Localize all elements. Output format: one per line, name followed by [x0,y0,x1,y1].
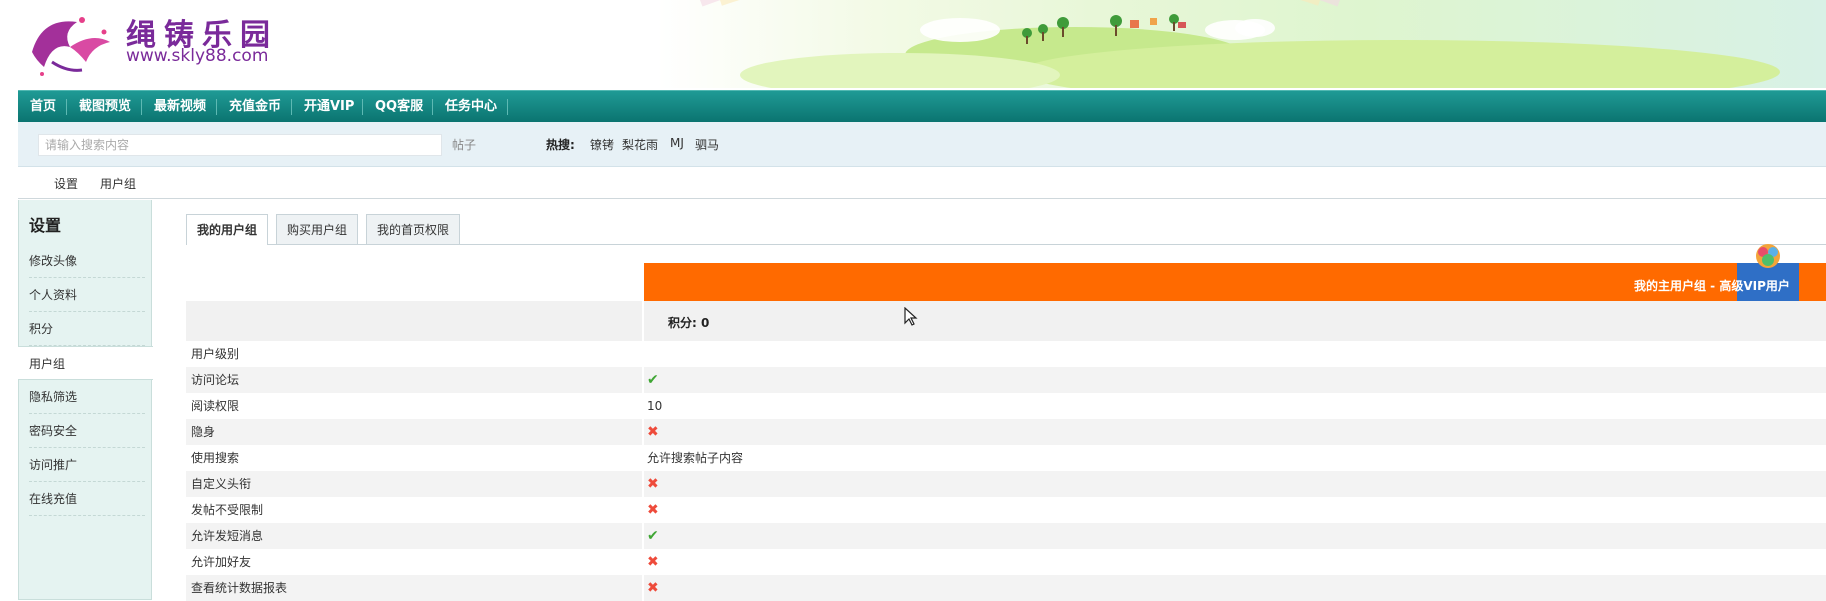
breadcrumb-item-settings[interactable]: 设置 [54,175,78,192]
mouse-cursor-icon [904,307,918,326]
usergroup-header-prefix: 我的主用户组 - 高级 [1634,279,1744,293]
main-content: 我的用户组 购买用户组 我的首页权限 我的主用户组 - 高级VIP用户 积分: … [152,200,1826,601]
column-divider [642,523,644,549]
sidebar-item-profile[interactable]: 个人资料 [29,278,145,312]
search-bar: 帖子 热搜: 镣铐 梨花雨 MJ 驷马 [18,122,1826,167]
tab-buy-usergroup[interactable]: 购买用户组 [276,214,359,244]
table-row: 隐身 ✖ [186,419,1826,445]
permission-label: 允许加好友 [191,555,252,569]
site-logo-icon [32,17,110,76]
table-row: 用户级别 [186,341,1826,367]
nav-item-home[interactable]: 首页 [30,91,56,122]
permission-label: 用户级别 [191,347,240,361]
site-header: 绳铸乐园 www.skly88.com [0,0,1826,88]
points-value: 积分: 0 [668,316,710,330]
table-row: 访问论坛 ✔ [186,367,1826,393]
nav-separator [141,99,142,115]
hot-search-keyword[interactable]: MJ [670,136,684,150]
breadcrumb-item-usergroup[interactable]: 用户组 [100,175,136,192]
site-url: www.skly88.com [126,46,269,66]
nav-item-vip[interactable]: 开通VIP [304,91,354,122]
sidebar-item-promotion[interactable]: 访问推广 [29,448,145,482]
check-icon: ✔ [647,528,659,544]
table-row: 发帖不受限制 ✖ [186,497,1826,523]
nav-separator [216,99,217,115]
points-row [186,301,1826,341]
sidebar-item-password[interactable]: 密码安全 [29,414,145,448]
nav-separator [362,99,363,115]
permission-label: 发帖不受限制 [191,503,264,517]
sidebar-item-usergroup[interactable]: 用户组 [18,346,153,380]
sidebar-item-avatar[interactable]: 修改头像 [29,244,145,278]
column-divider [642,367,644,393]
search-input[interactable] [38,134,442,156]
vip-group-label: VIP用户 [1743,279,1790,293]
permission-label: 隐身 [191,425,216,439]
nav-item-latest-videos[interactable]: 最新视频 [154,91,206,122]
permission-label: 使用搜索 [191,451,240,465]
hot-search-keyword[interactable]: 梨花雨 [622,136,658,153]
column-divider [642,575,644,601]
column-divider [642,419,644,445]
search-type-select[interactable]: 帖子 [452,136,476,153]
sidebar-item-online-recharge[interactable]: 在线充值 [29,482,145,516]
table-row: 允许发短消息 ✔ [186,523,1826,549]
permission-label: 自定义头衔 [191,477,252,491]
settings-sidebar: 设置 修改头像 个人资料 积分 用户组 隐私筛选 密码安全 访问推广 在线充值 [18,200,153,600]
hot-search-label: 热搜: [546,138,575,152]
tab-homepage-permissions[interactable]: 我的首页权限 [366,214,461,244]
nav-item-recharge[interactable]: 充值金币 [229,91,281,122]
sidebar-title: 设置 [29,216,62,235]
main-nav: 首页 截图预览 最新视频 充值金币 开通VIP QQ客服 任务中心 [18,90,1826,122]
nav-separator [432,99,433,115]
nav-separator [507,99,508,115]
permission-label: 查看统计数据报表 [191,581,288,595]
cross-icon: ✖ [647,424,659,440]
nav-item-task-center[interactable]: 任务中心 [445,91,497,122]
cross-icon: ✖ [647,580,659,596]
permission-value: 10 [647,399,663,413]
nav-item-screenshots[interactable]: 截图预览 [79,91,131,122]
permission-label: 允许发短消息 [191,529,264,543]
permission-value: 允许搜索帖子内容 [647,451,744,465]
breadcrumb: 设置 用户组 [18,166,1826,199]
table-row: 自定义头衔 ✖ [186,471,1826,497]
nav-separator [66,99,67,115]
table-row: 使用搜索 允许搜索帖子内容 [186,445,1826,471]
nav-item-qq-support[interactable]: QQ客服 [375,91,423,122]
tab-my-usergroup[interactable]: 我的用户组 [186,214,269,245]
vip-badge-icon [1756,244,1780,268]
sidebar-item-privacy[interactable]: 隐私筛选 [29,380,145,414]
sidebar-item-credits[interactable]: 积分 [29,312,145,346]
cross-icon: ✖ [647,476,659,492]
table-row: 查看统计数据报表 ✖ [186,575,1826,601]
hot-search-keyword[interactable]: 驷马 [695,136,719,153]
permission-label: 阅读权限 [191,399,240,413]
points-divider [642,301,644,341]
table-row: 允许加好友 ✖ [186,549,1826,575]
cross-icon: ✖ [647,554,659,570]
cross-icon: ✖ [647,502,659,518]
usergroup-header-text: 我的主用户组 - 高级VIP用户 [1634,277,1790,294]
nav-separator [291,99,292,115]
permission-label: 访问论坛 [191,373,240,387]
table-row: 阅读权限 10 [186,393,1826,419]
column-divider [642,471,644,497]
check-icon: ✔ [647,372,659,388]
hot-search-keyword[interactable]: 镣铐 [590,136,614,153]
